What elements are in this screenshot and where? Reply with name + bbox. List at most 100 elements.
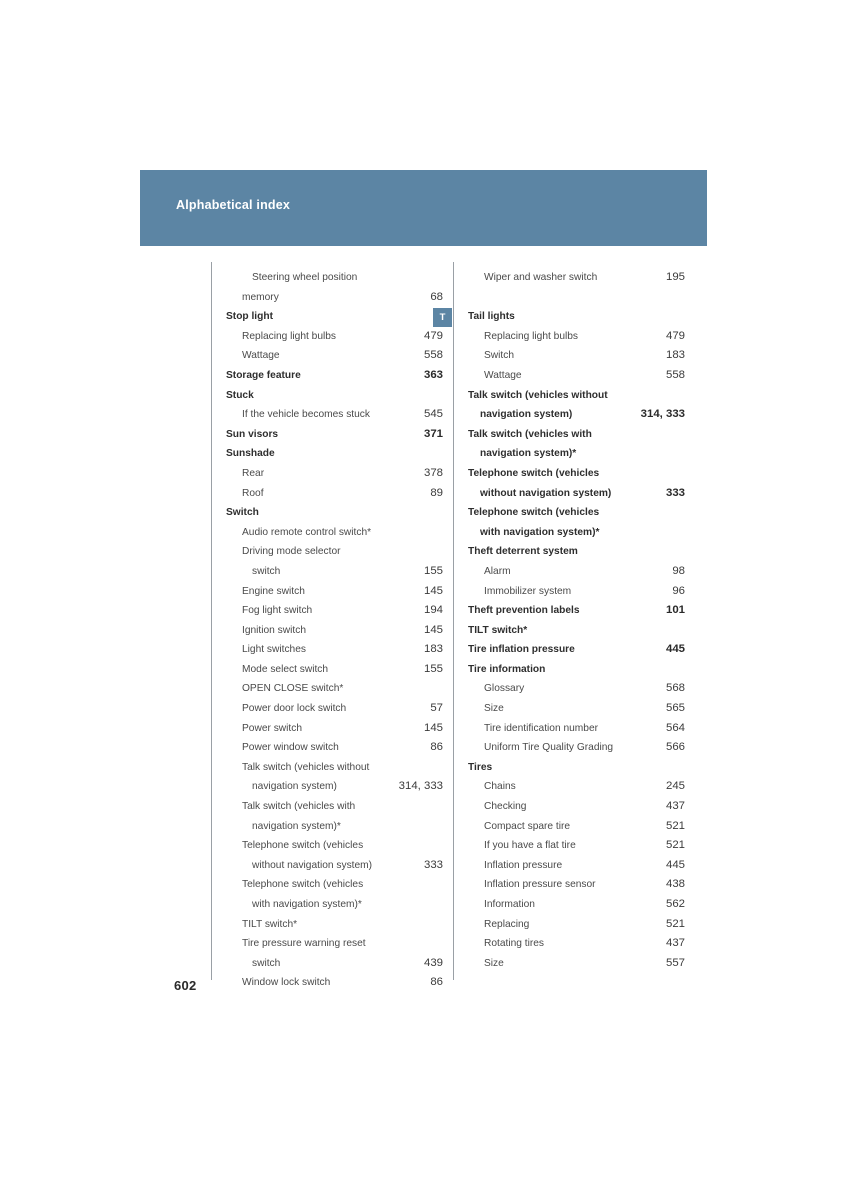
index-entry-text: Storage feature — [226, 369, 301, 381]
index-entry: Driving mode selector — [226, 542, 443, 562]
index-entry-text: Switch — [226, 507, 259, 519]
index-entry: Telephone switch (vehicles — [226, 836, 443, 856]
index-entry-page-number: 333 — [665, 486, 685, 499]
index-entry: navigation system)* — [468, 444, 685, 464]
index-entry-leader-dots — [280, 303, 429, 304]
index-entry-leader-dots — [516, 323, 683, 324]
index-entry: If the vehicle becomes stuck 545 — [226, 405, 443, 425]
index-entry-page-number: 195 — [665, 271, 685, 283]
index-entry-text: TILT switch* — [242, 918, 298, 930]
index-entry: If you have a flat tire 521 — [468, 836, 685, 856]
index-entry: TILT switch* — [226, 915, 443, 935]
index-entry-leader-dots — [599, 734, 664, 735]
index-entry-text: Talk switch (vehicles without — [468, 389, 608, 401]
index-entry-text: Compact spare tire — [484, 820, 571, 832]
index-entry-text: Roof — [242, 487, 264, 499]
index-entry-leader-dots — [612, 499, 664, 500]
index-entry: Talk switch (vehicles without — [226, 758, 443, 778]
index-entry: Switch 183 — [468, 346, 685, 366]
index-entry: Power window switch 86 — [226, 738, 443, 758]
index-entry-text: Glossary — [484, 683, 525, 695]
index-entry-page-number: 565 — [665, 702, 685, 715]
index-entry-text: Telephone switch (vehicles — [242, 879, 364, 891]
index-entry-text: Power window switch — [242, 742, 339, 754]
index-entry-leader-dots — [370, 773, 441, 774]
index-entry: Rotating tires 437 — [468, 934, 685, 954]
index-entry-leader-dots — [577, 460, 683, 461]
index-entry-leader-dots — [281, 578, 422, 579]
index-entry-text: Fog light switch — [242, 605, 313, 617]
index-entry-text: Sun visors — [226, 428, 279, 440]
index-entry-text: Alarm — [484, 565, 511, 577]
index-entry-text: Telephone switch (vehicles — [468, 467, 600, 479]
index-column-right: Wiper and washer switch 195 Tail lights Rep… — [453, 262, 685, 980]
index-entry-page-number: 155 — [423, 564, 443, 577]
index-entry-text: Tail lights — [468, 311, 515, 323]
index-entry: without navigation system) 333 — [226, 856, 443, 876]
index-entry-text: Replacing — [484, 918, 530, 930]
index-entry-leader-dots — [517, 793, 664, 794]
index-body: Steering wheel position memory 68 Stop ligh… — [0, 262, 848, 992]
index-entry-leader-dots — [281, 362, 422, 363]
index-entry: Storage feature 363 — [226, 366, 443, 386]
index-entry: Stuck — [226, 386, 443, 406]
index-entry-leader-dots — [302, 382, 422, 383]
index-entry-page-number: 437 — [665, 937, 685, 950]
index-entry-text: OPEN CLOSE switch* — [242, 683, 344, 695]
index-entry: with navigation system)* — [468, 523, 685, 543]
index-entry: Size 565 — [468, 699, 685, 719]
index-entry-leader-dots — [307, 656, 422, 657]
index-entry-page-number: 57 — [430, 702, 443, 715]
index-entry: memory 68 — [226, 288, 443, 308]
index-entry-text: without navigation system) — [480, 487, 612, 499]
index-entry-text: Chains — [484, 781, 516, 793]
index-entry-text: Engine switch — [242, 585, 305, 597]
index-entry-page-number: 145 — [423, 623, 443, 636]
index-entry: Size 557 — [468, 954, 685, 974]
index-entry-leader-dots — [593, 440, 683, 441]
index-entry-leader-dots — [342, 558, 441, 559]
index-entry: Tires — [468, 758, 685, 778]
index-entry-page-number: 155 — [423, 662, 443, 675]
index-entry-page-number: 439 — [423, 956, 443, 969]
index-entry: Alarm 98 — [468, 562, 685, 582]
index-entry: Replacing 521 — [468, 915, 685, 935]
index-entry-page-number: 183 — [423, 643, 443, 656]
index-entry-leader-dots — [363, 911, 441, 912]
index-entry-leader-dots — [306, 597, 422, 598]
index-entry-leader-dots — [528, 636, 683, 637]
index-entry-page-number: 89 — [430, 486, 443, 499]
index-entry-text: navigation system) — [252, 781, 337, 793]
index-entry-leader-dots — [505, 715, 664, 716]
index-entry-leader-dots — [600, 480, 683, 481]
index-entry: Inflation pressure 445 — [468, 856, 685, 876]
index-entry: Glossary 568 — [468, 679, 685, 699]
index-entry-page-number: 245 — [665, 780, 685, 793]
index-entry-page-number: 371 — [423, 427, 443, 440]
index-entry-text: If the vehicle becomes stuck — [242, 409, 370, 421]
index-entry: Theft prevention labels 101 — [468, 601, 685, 621]
index-entry: Stop light — [226, 307, 443, 327]
index-entry: Compact spare tire 521 — [468, 817, 685, 837]
index-entry-page-number: 521 — [665, 819, 685, 832]
index-entry: Chains 245 — [468, 777, 685, 797]
index-entry-page-number: 479 — [423, 329, 443, 342]
index-entry: Talk switch (vehicles with — [226, 797, 443, 817]
index-column-left: Steering wheel position memory 68 Stop ligh… — [211, 262, 443, 990]
index-entry-page-number: 194 — [423, 604, 443, 617]
index-entry-text: Tire pressure warning reset — [242, 938, 366, 950]
index-entry-text: Rotating tires — [484, 938, 545, 950]
index-entry-leader-dots — [367, 950, 441, 951]
index-entry: Inflation pressure sensor 438 — [468, 875, 685, 895]
index-entry-text: Size — [484, 957, 504, 969]
index-entry-page-number: 183 — [665, 349, 685, 362]
index-entry-leader-dots — [274, 323, 441, 324]
index-entry-text: Wattage — [242, 350, 280, 362]
index-entry: Mode select switch 155 — [226, 660, 443, 680]
page-header-banner: Alphabetical index — [140, 170, 707, 246]
index-entry-leader-dots — [279, 440, 422, 441]
index-entry-leader-dots — [255, 401, 441, 402]
index-entry-text: Switch — [484, 350, 515, 362]
page-title: Alphabetical index — [176, 198, 291, 212]
index-entry-leader-dots — [536, 911, 664, 912]
